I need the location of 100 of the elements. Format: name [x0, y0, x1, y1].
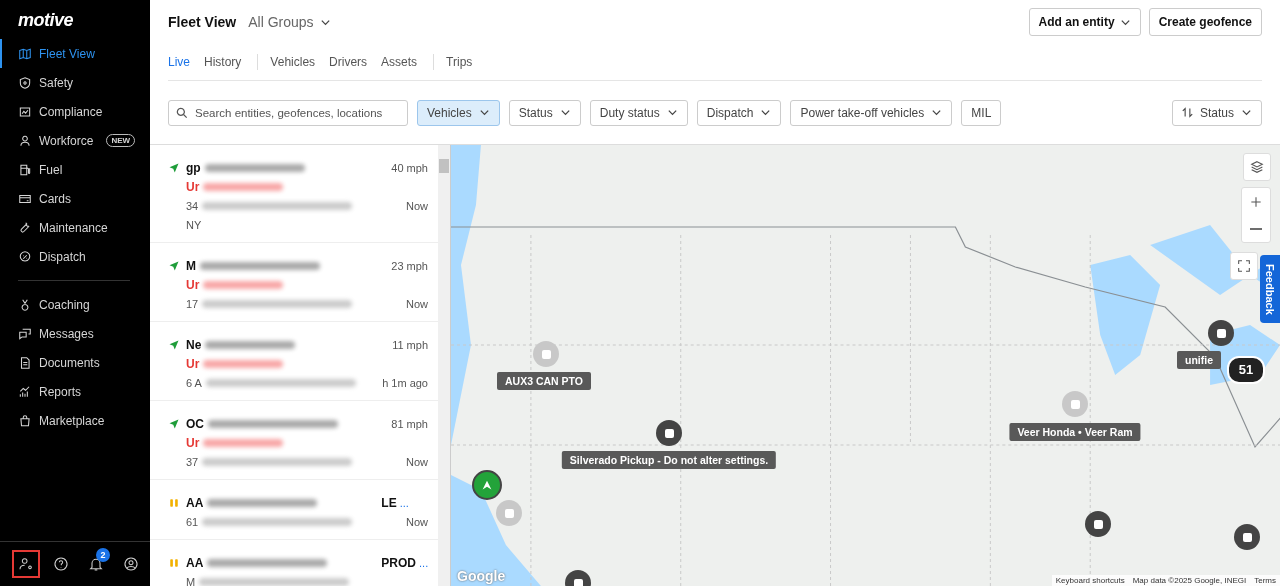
- filter-dropdown[interactable]: Vehicles: [417, 99, 500, 126]
- minus-icon: [1250, 227, 1262, 230]
- caret-icon: [1241, 107, 1252, 118]
- sort-dropdown[interactable]: Status: [1171, 99, 1262, 126]
- nav-item[interactable]: Dispatch: [0, 242, 150, 271]
- speed-text: 23 mph: [391, 260, 428, 272]
- speed-text: 81 mph: [391, 418, 428, 430]
- notification-badge: 2: [96, 548, 110, 562]
- cluster-marker[interactable]: 51: [1227, 356, 1265, 384]
- feedback-tab[interactable]: Feedback: [1260, 255, 1280, 323]
- direction-arrow-icon: [168, 339, 180, 351]
- filter-dropdown[interactable]: MIL: [961, 99, 1002, 126]
- chart-icon: [18, 104, 32, 119]
- vehicle-name: M: [186, 259, 196, 273]
- address-text: 61: [186, 516, 199, 528]
- time-text: Now: [406, 516, 428, 528]
- status-text: Ur: [186, 278, 200, 292]
- filter-dropdown[interactable]: Status: [508, 99, 581, 126]
- bars-icon: [18, 384, 32, 399]
- tab[interactable]: Assets: [381, 45, 426, 79]
- vehicle-name: OC: [186, 417, 204, 431]
- fullscreen-button[interactable]: [1230, 252, 1258, 280]
- medal-icon: [18, 297, 32, 312]
- caret-icon: [478, 107, 490, 118]
- filter-dropdown[interactable]: Duty status: [589, 99, 688, 126]
- vehicle-row[interactable]: AA LE ... 61 Now: [150, 480, 438, 540]
- pause-icon: [168, 497, 180, 509]
- chat-icon: [18, 326, 32, 341]
- group-dropdown[interactable]: All Groups: [244, 14, 335, 30]
- status-text: Ur: [186, 180, 200, 194]
- search-field[interactable]: Search entities, geofences, locations: [168, 99, 408, 126]
- nav-item[interactable]: Safety: [0, 68, 150, 97]
- vehicle-row[interactable]: AA PROD ... M: [150, 540, 438, 586]
- sort-icon: [1181, 107, 1193, 118]
- scrollbar[interactable]: [438, 145, 450, 586]
- filter-dropdown[interactable]: Power take-off vehicles: [790, 99, 953, 126]
- status-text: Ur: [186, 357, 200, 371]
- tab[interactable]: Trips: [446, 45, 481, 79]
- direction-arrow-icon: [168, 162, 180, 174]
- nav-item[interactable]: Fuel: [0, 155, 150, 184]
- nav-item[interactable]: Marketplace: [0, 406, 150, 435]
- marker-label: AUX3 CAN PTO: [497, 372, 591, 390]
- time-text: h 1m ago: [382, 377, 428, 389]
- nav-item[interactable]: Messages: [0, 319, 150, 348]
- nav-item[interactable]: Workforce NEW: [0, 126, 150, 155]
- marker-label: Veer Honda • Veer Ram: [1009, 423, 1141, 441]
- account-icon: [123, 556, 139, 572]
- nav-item[interactable]: Cards: [0, 184, 150, 213]
- bell-icon: [88, 556, 104, 572]
- more-link[interactable]: ...: [419, 557, 429, 569]
- vehicle-row[interactable]: Ne 11 mph Ur 6 A h 1m ago: [150, 322, 438, 401]
- vehicle-row[interactable]: OC 81 mph Ur 37 Now: [150, 401, 438, 480]
- vehicle-name: AA: [186, 556, 204, 570]
- address-text: 37: [186, 456, 199, 468]
- time-text: Now: [406, 298, 428, 310]
- map[interactable]: AUX3 CAN PTO Silverado Pickup - Do not alter settings. Veer Honda • Veer Ram unifie 51 Feedback Google Keyboard shortcuts Map data ©2025 Google, INEGI Terms: [451, 145, 1280, 586]
- time-text: Now: [406, 456, 428, 468]
- status-text: Ur: [186, 436, 200, 450]
- map-icon: [18, 46, 32, 61]
- tab[interactable]: Live: [168, 45, 198, 79]
- filter-dropdown[interactable]: Dispatch: [696, 99, 782, 126]
- help-icon: [53, 556, 69, 572]
- header-button[interactable]: Create geofence: [1148, 8, 1262, 36]
- nav-item[interactable]: Documents: [0, 348, 150, 377]
- marker-label: unifie: [1177, 351, 1221, 369]
- tab[interactable]: Vehicles: [270, 45, 324, 79]
- vehicle-row[interactable]: gp 40 mph Ur 34 Now NY: [150, 145, 438, 243]
- vehicle-row[interactable]: M 23 mph Ur 17 Now: [150, 243, 438, 322]
- pause-icon: [168, 557, 180, 569]
- google-logo: Google: [457, 568, 506, 584]
- nav-item[interactable]: Maintenance: [0, 213, 150, 242]
- nav-item[interactable]: Compliance: [0, 97, 150, 126]
- address-text: 6 A: [186, 377, 202, 389]
- vehicle-name: AA: [186, 496, 204, 510]
- shield-icon: [18, 75, 32, 90]
- bag-icon: [18, 413, 32, 428]
- caret-icon: [931, 107, 943, 118]
- vehicle-name: PROD: [381, 556, 416, 570]
- tag-icon: [18, 249, 32, 264]
- nav-item[interactable]: Reports: [0, 377, 150, 406]
- more-link[interactable]: ...: [399, 497, 409, 509]
- attribution-link[interactable]: Terms: [1254, 576, 1276, 585]
- layers-button[interactable]: [1243, 153, 1271, 181]
- tab[interactable]: Drivers: [329, 45, 376, 79]
- address-text: 34: [186, 200, 199, 212]
- notifications-button[interactable]: 2: [82, 550, 110, 578]
- caret-icon: [666, 107, 678, 118]
- time-text: Now: [406, 200, 428, 212]
- vehicle-name: Ne: [186, 338, 202, 352]
- vehicle-name: LE: [381, 496, 397, 510]
- nav-item[interactable]: Fleet View: [0, 39, 150, 68]
- attribution-link[interactable]: Map data ©2025 Google, INEGI: [1132, 576, 1247, 585]
- header-button[interactable]: Add an entity: [1028, 8, 1141, 36]
- doc-icon: [18, 355, 32, 370]
- attribution-link[interactable]: Keyboard shortcuts: [1055, 576, 1125, 585]
- vehicle-name: gp: [186, 161, 201, 175]
- tab[interactable]: History: [204, 45, 250, 79]
- admin-settings-button[interactable]: [12, 550, 40, 578]
- nav-item[interactable]: Coaching: [0, 290, 150, 319]
- address-text: 17: [186, 298, 199, 310]
